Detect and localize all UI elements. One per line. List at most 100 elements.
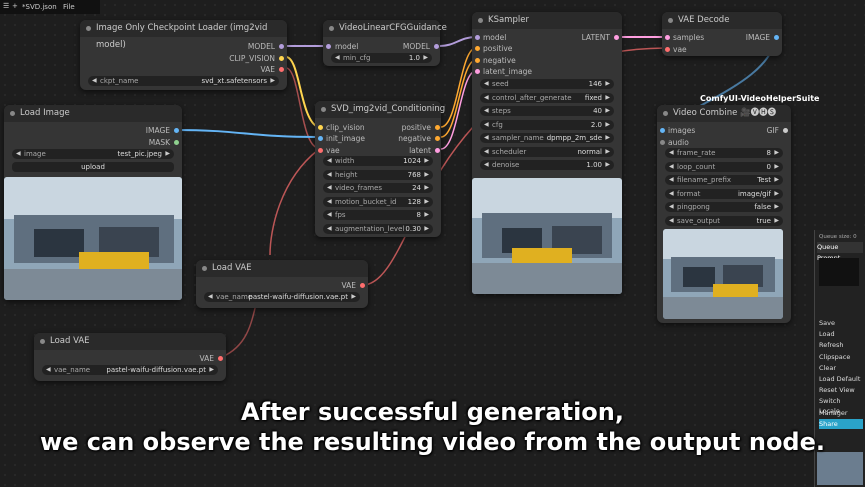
node-vae-decode[interactable]: VAE Decode samples vae IMAGE bbox=[662, 12, 782, 56]
node-title[interactable]: Load Image bbox=[4, 105, 182, 122]
input-dot[interactable] bbox=[475, 58, 480, 63]
increment-arrow-icon[interactable]: ▶ bbox=[424, 183, 429, 193]
node-title[interactable]: SVD_img2vid_Conditioning bbox=[315, 101, 445, 118]
increment-arrow-icon[interactable]: ▶ bbox=[774, 189, 779, 199]
load-default-button[interactable]: Load Default bbox=[819, 374, 863, 384]
output-video-preview[interactable] bbox=[663, 229, 783, 319]
sampler-name-widget[interactable]: ◀ sampler_name dpmpp_2m_sde ▶ bbox=[480, 133, 614, 143]
output-dot[interactable] bbox=[279, 67, 284, 72]
add-tab-icon[interactable]: + bbox=[12, 2, 18, 10]
ckpt-name-widget[interactable]: ◀ ckpt_name svd_xt.safetensors ▶ bbox=[88, 76, 279, 86]
decrement-arrow-icon[interactable]: ◀ bbox=[327, 170, 332, 180]
vae-name-widget[interactable]: ◀ vae_name pastel-waifu-diffusion.vae.pt… bbox=[204, 292, 360, 302]
format-widget[interactable]: ◀ format image/gif ▶ bbox=[665, 188, 783, 199]
node-load-image[interactable]: Load Image IMAGE MASK ◀ image test_pic.j… bbox=[4, 105, 182, 300]
node-title[interactable]: KSampler bbox=[472, 12, 622, 29]
input-dot[interactable] bbox=[318, 148, 323, 153]
node-checkpoint-loader[interactable]: Image Only Checkpoint Loader (img2vid mo… bbox=[80, 20, 287, 90]
filename-prefix-widget[interactable]: ◀ filename_prefix Test ▶ bbox=[665, 175, 783, 185]
file-menu[interactable]: File bbox=[63, 3, 75, 11]
decrement-arrow-icon[interactable]: ◀ bbox=[669, 189, 674, 199]
output-dot[interactable] bbox=[614, 35, 619, 40]
decrement-arrow-icon[interactable]: ◀ bbox=[327, 197, 332, 207]
input-dot[interactable] bbox=[318, 136, 323, 141]
fps-widget[interactable]: ◀ fps 8 ▶ bbox=[323, 210, 433, 220]
input-dot[interactable] bbox=[660, 140, 665, 145]
decrement-arrow-icon[interactable]: ◀ bbox=[484, 133, 489, 143]
output-dot[interactable] bbox=[774, 35, 779, 40]
min-cfg-widget[interactable]: ◀ min_cfg 1.0 ▶ bbox=[331, 53, 432, 63]
node-cfg-guidance[interactable]: VideoLinearCFGGuidance model MODEL ◀ min… bbox=[323, 20, 447, 66]
increment-arrow-icon[interactable]: ▶ bbox=[605, 133, 610, 143]
increment-arrow-icon[interactable]: ▶ bbox=[424, 170, 429, 180]
increment-arrow-icon[interactable]: ▶ bbox=[605, 147, 610, 157]
output-dot[interactable] bbox=[174, 128, 179, 133]
input-dot[interactable] bbox=[475, 46, 480, 51]
decrement-arrow-icon[interactable]: ◀ bbox=[484, 160, 489, 170]
increment-arrow-icon[interactable]: ▶ bbox=[270, 76, 275, 86]
output-dot[interactable] bbox=[174, 140, 179, 145]
increment-arrow-icon[interactable]: ▶ bbox=[774, 216, 779, 226]
decrement-arrow-icon[interactable]: ◀ bbox=[208, 292, 213, 302]
save-button[interactable]: Save bbox=[819, 318, 863, 328]
decrement-arrow-icon[interactable]: ◀ bbox=[327, 156, 332, 166]
node-title[interactable]: VideoLinearCFGGuidance bbox=[323, 20, 447, 37]
input-dot[interactable] bbox=[665, 47, 670, 52]
decrement-arrow-icon[interactable]: ◀ bbox=[669, 148, 674, 158]
increment-arrow-icon[interactable]: ▶ bbox=[774, 202, 779, 212]
clipspace-button[interactable]: Clipspace bbox=[819, 352, 863, 362]
increment-arrow-icon[interactable]: ▶ bbox=[424, 156, 429, 166]
vae-name-widget[interactable]: ◀ vae_name pastel-waifu-diffusion.vae.pt… bbox=[42, 365, 218, 375]
node-title[interactable]: Load VAE bbox=[196, 260, 368, 277]
frame-rate-widget[interactable]: ◀ frame_rate 8 ▶ bbox=[665, 148, 783, 158]
node-title[interactable]: Load VAE bbox=[34, 333, 226, 350]
decrement-arrow-icon[interactable]: ◀ bbox=[669, 216, 674, 226]
input-dot[interactable] bbox=[665, 35, 670, 40]
seed-widget[interactable]: ◀ seed 146 ▶ bbox=[480, 79, 614, 89]
increment-arrow-icon[interactable]: ▶ bbox=[774, 148, 779, 158]
input-dot[interactable] bbox=[318, 125, 323, 130]
increment-arrow-icon[interactable]: ▶ bbox=[605, 160, 610, 170]
denoise-widget[interactable]: ◀ denoise 1.00 ▶ bbox=[480, 160, 614, 170]
scheduler-widget[interactable]: ◀ scheduler normal ▶ bbox=[480, 146, 614, 157]
decrement-arrow-icon[interactable]: ◀ bbox=[484, 79, 489, 89]
input-dot[interactable] bbox=[326, 44, 331, 49]
node-title[interactable]: Video Combine 🎥🅥🅗🅢 bbox=[657, 105, 791, 122]
output-dot[interactable] bbox=[434, 44, 439, 49]
increment-arrow-icon[interactable]: ▶ bbox=[165, 149, 170, 159]
output-dot[interactable] bbox=[279, 44, 284, 49]
output-dot[interactable] bbox=[360, 283, 365, 288]
steps-widget[interactable]: ◀ steps 40 ▶ bbox=[480, 106, 614, 116]
increment-arrow-icon[interactable]: ▶ bbox=[424, 197, 429, 207]
output-dot[interactable] bbox=[435, 125, 440, 130]
node-title[interactable]: VAE Decode bbox=[662, 12, 782, 29]
motion-bucket-id-widget[interactable]: ◀ motion_bucket_id 128 ▶ bbox=[323, 196, 433, 207]
decrement-arrow-icon[interactable]: ◀ bbox=[669, 202, 674, 212]
decrement-arrow-icon[interactable]: ◀ bbox=[484, 120, 489, 130]
increment-arrow-icon[interactable]: ▶ bbox=[774, 162, 779, 172]
increment-arrow-icon[interactable]: ▶ bbox=[424, 210, 429, 220]
decrement-arrow-icon[interactable]: ◀ bbox=[16, 149, 21, 159]
decrement-arrow-icon[interactable]: ◀ bbox=[92, 76, 97, 86]
input-dot[interactable] bbox=[475, 35, 480, 40]
loop-count-widget[interactable]: ◀ loop_count 0 ▶ bbox=[665, 161, 783, 172]
control-after-generate-widget[interactable]: ◀ control_after_generate fixed ▶ bbox=[480, 92, 614, 103]
refresh-button[interactable]: Refresh bbox=[819, 340, 863, 350]
load-button[interactable]: Load bbox=[819, 329, 863, 339]
node-svd-conditioning[interactable]: SVD_img2vid_Conditioning clip_vision ini… bbox=[315, 101, 445, 237]
node-ksampler[interactable]: KSampler model positive negative latent_… bbox=[472, 12, 622, 294]
input-dot[interactable] bbox=[660, 128, 665, 133]
increment-arrow-icon[interactable]: ▶ bbox=[351, 292, 356, 302]
decrement-arrow-icon[interactable]: ◀ bbox=[669, 162, 674, 172]
width-widget[interactable]: ◀ width 1024 ▶ bbox=[323, 156, 433, 166]
height-widget[interactable]: ◀ height 768 ▶ bbox=[323, 169, 433, 180]
decrement-arrow-icon[interactable]: ◀ bbox=[484, 106, 489, 116]
node-title[interactable]: Image Only Checkpoint Loader (img2vid mo… bbox=[80, 20, 287, 50]
upload-button[interactable]: upload bbox=[12, 162, 174, 172]
output-dot[interactable] bbox=[435, 148, 440, 153]
decrement-arrow-icon[interactable]: ◀ bbox=[327, 210, 332, 220]
save-output-widget[interactable]: ◀ save_output true ▶ bbox=[665, 215, 783, 226]
node-load-vae[interactable]: Load VAE VAE ◀ vae_name pastel-waifu-dif… bbox=[34, 333, 226, 381]
node-video-combine[interactable]: Video Combine 🎥🅥🅗🅢 images audio GIF ◀ fra… bbox=[657, 105, 791, 323]
file-tab[interactable]: *SVD.json bbox=[22, 3, 57, 11]
